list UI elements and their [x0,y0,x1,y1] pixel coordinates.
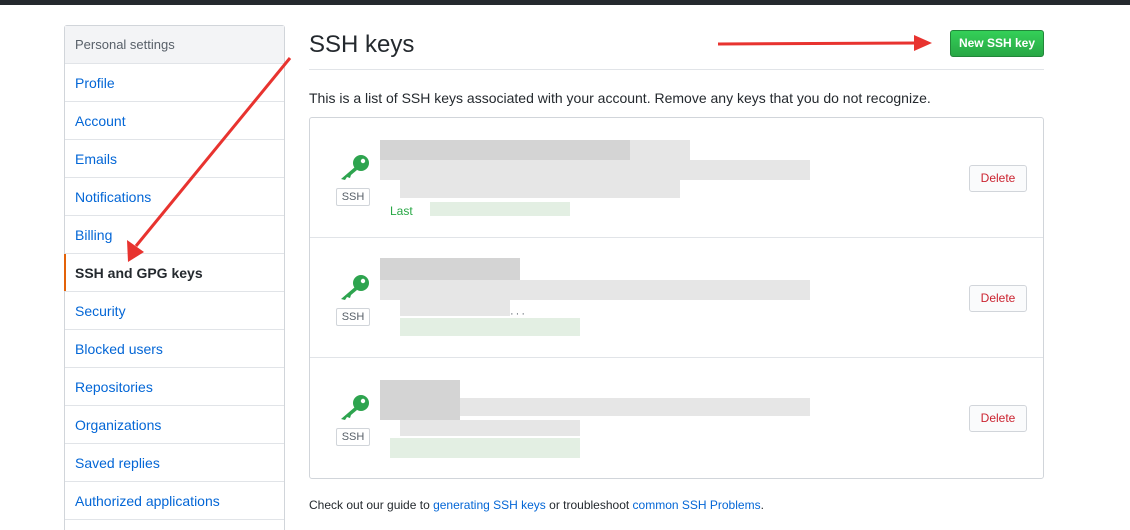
ssh-key-item: SSH ··· Delete [310,238,1043,358]
key-icon [341,395,369,420]
sidebar-item-account[interactable]: Account [65,102,284,140]
sidebar-item-blocked-users[interactable]: Blocked users [65,330,284,368]
key-type-badge: SSH [336,428,370,446]
key-icon [341,275,369,300]
new-ssh-key-button[interactable]: New SSH key [950,30,1044,57]
footer-help-text: Check out our guide to generating SSH ke… [309,498,764,512]
sidebar-item-security[interactable]: Security [65,292,284,330]
ellipsis-dots: ··· [510,308,527,320]
sidebar-item-authorized-applications[interactable]: Authorized applications [65,482,284,520]
sidebar-item-organizations[interactable]: Organizations [65,406,284,444]
sidebar-item-ssh-gpg-keys[interactable]: SSH and GPG keys [64,254,284,292]
sidebar-item-profile[interactable]: Profile [65,64,284,102]
ssh-key-item: SSH Last Delete [310,118,1043,238]
sidebar-item-billing[interactable]: Billing [65,216,284,254]
ssh-key-list: SSH Last Delete SSH ··· Delete SSH Delet… [309,117,1044,479]
footer-suffix: . [760,498,764,512]
delete-key-button[interactable]: Delete [969,165,1027,192]
key-icon [341,155,369,180]
key-type-badge: SSH [336,308,370,326]
title-divider [309,69,1044,70]
common-ssh-problems-link[interactable]: common SSH Problems [633,498,761,512]
last-used-text: Last [390,204,413,218]
footer-prefix: Check out our guide to [309,498,434,512]
sidebar-item-emails[interactable]: Emails [65,140,284,178]
footer-middle: or troubleshoot [545,498,633,512]
sidebar-item-notifications[interactable]: Notifications [65,178,284,216]
ssh-key-item: SSH Delete [310,358,1043,478]
sidebar-item-saved-replies[interactable]: Saved replies [65,444,284,482]
settings-sidebar: Personal settings Profile Account Emails… [64,25,285,530]
intro-text: This is a list of SSH keys associated wi… [309,90,931,106]
page-title: SSH keys [309,31,415,58]
generating-ssh-keys-link[interactable]: generating SSH keys [433,498,546,512]
sidebar-item-repositories[interactable]: Repositories [65,368,284,406]
arrow-to-new-ssh-key [717,35,932,51]
sidebar-header: Personal settings [65,26,284,64]
delete-key-button[interactable]: Delete [969,405,1027,432]
delete-key-button[interactable]: Delete [969,285,1027,312]
key-type-badge: SSH [336,188,370,206]
top-header-bar [0,0,1130,5]
